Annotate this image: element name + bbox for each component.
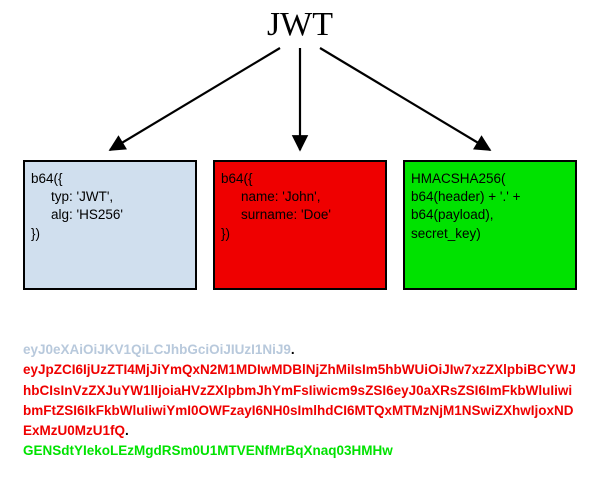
header-box-l4: }) <box>31 226 40 241</box>
payload-box-l3: surname: 'Doe' <box>221 206 379 224</box>
token-header-segment: eyJ0eXAiOiJKV1QiLCJhbGciOiJIUzI1NiJ9 <box>23 342 291 357</box>
header-box-l1: b64({ <box>31 171 63 186</box>
header-box-l2: typ: 'JWT', <box>31 188 189 206</box>
signature-box-l1: HMACSHA256( <box>411 171 506 186</box>
token-signature-segment: GENSdtYIekoLEzMgdRSm0U1MTVENfMrBqXnaq03H… <box>23 443 393 458</box>
payload-box-l2: name: 'John', <box>221 188 379 206</box>
payload-box: b64({ name: 'John', surname: 'Doe' }) <box>213 160 387 290</box>
signature-box-l2: b64(header) + '.' + <box>411 189 520 204</box>
header-box: b64({ typ: 'JWT', alg: 'HS256' }) <box>23 160 197 290</box>
token-payload-segment: eyJpZCI6IjUzZTI4MjJiYmQxN2M1MDIwMDBlNjZh… <box>23 362 576 438</box>
payload-box-l4: }) <box>221 226 230 241</box>
encoded-token: eyJ0eXAiOiJKV1QiLCJhbGciOiJIUzI1NiJ9. ey… <box>23 340 577 462</box>
arrow-to-signature <box>320 48 490 150</box>
header-box-l3: alg: 'HS256' <box>31 206 189 224</box>
payload-box-l1: b64({ <box>221 171 253 186</box>
token-dot-1: . <box>291 342 295 357</box>
signature-box: HMACSHA256( b64(header) + '.' + b64(payl… <box>403 160 577 290</box>
signature-box-l3: b64(payload), <box>411 207 494 222</box>
token-dot-2: . <box>125 423 129 438</box>
signature-box-l4: secret_key) <box>411 226 481 241</box>
arrow-to-header <box>110 48 280 150</box>
